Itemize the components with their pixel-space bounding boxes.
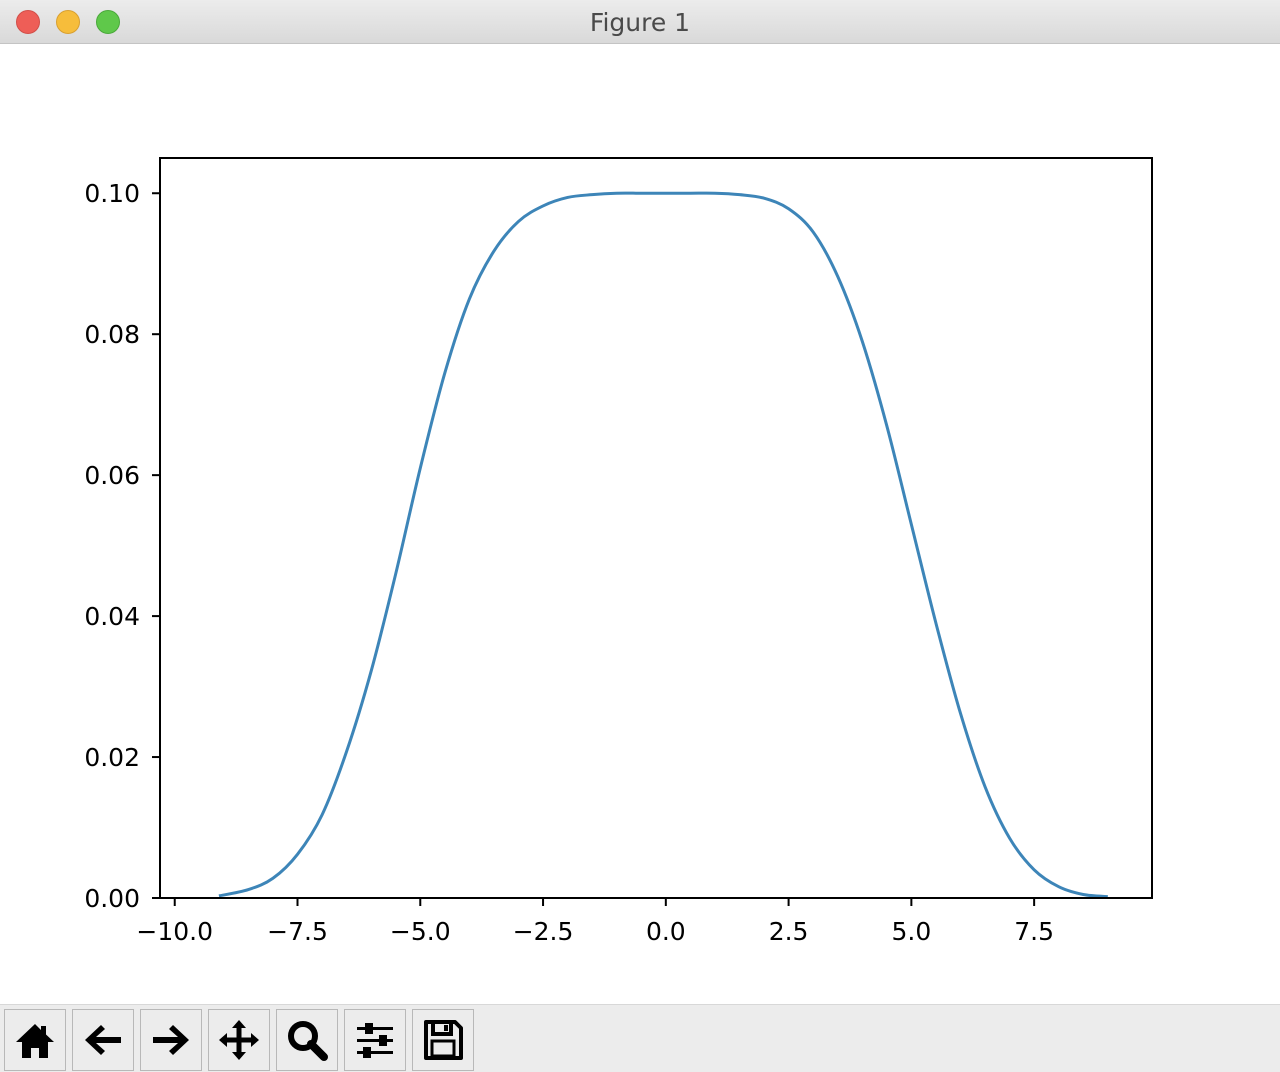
x-tick-label: 7.5 bbox=[1014, 917, 1054, 946]
line-chart: −10.0 −7.5 −5.0 −2.5 0.0 2.5 5.0 7.5 0.00 0.02 0.0… bbox=[0, 44, 1280, 1004]
arrow-left-icon bbox=[81, 1018, 125, 1062]
x-tick-label: 0.0 bbox=[646, 917, 686, 946]
series-line-0 bbox=[219, 193, 1108, 896]
arrow-right-icon bbox=[149, 1018, 193, 1062]
x-tick-label: −7.5 bbox=[267, 917, 328, 946]
navigation-toolbar bbox=[0, 1004, 1280, 1072]
y-tick-label: 0.06 bbox=[84, 461, 140, 490]
x-tick-label: −5.0 bbox=[390, 917, 451, 946]
configure-subplots-button[interactable] bbox=[344, 1009, 406, 1071]
figure-canvas[interactable]: −10.0 −7.5 −5.0 −2.5 0.0 2.5 5.0 7.5 0.00 0.02 0.0… bbox=[0, 44, 1280, 1004]
window-titlebar: Figure 1 bbox=[0, 0, 1280, 44]
y-tick-label: 0.04 bbox=[84, 602, 140, 631]
move-icon bbox=[217, 1018, 261, 1062]
x-tick-label: 5.0 bbox=[891, 917, 931, 946]
zoom-button[interactable] bbox=[276, 1009, 338, 1071]
axes-frame bbox=[160, 158, 1152, 898]
magnifier-icon bbox=[285, 1018, 329, 1062]
y-tick-label: 0.10 bbox=[84, 179, 140, 208]
save-button[interactable] bbox=[412, 1009, 474, 1071]
x-tick-label: 2.5 bbox=[769, 917, 809, 946]
y-tick-label: 0.00 bbox=[84, 884, 140, 913]
x-tick-label: −2.5 bbox=[513, 917, 574, 946]
forward-button[interactable] bbox=[140, 1009, 202, 1071]
window-title: Figure 1 bbox=[0, 0, 1280, 44]
y-tick-label: 0.02 bbox=[84, 743, 140, 772]
y-tick-label: 0.08 bbox=[84, 320, 140, 349]
floppy-disk-icon bbox=[421, 1018, 465, 1062]
home-icon bbox=[13, 1018, 57, 1062]
x-tick-label: −10.0 bbox=[136, 917, 213, 946]
sliders-icon bbox=[353, 1018, 397, 1062]
pan-button[interactable] bbox=[208, 1009, 270, 1071]
back-button[interactable] bbox=[72, 1009, 134, 1071]
home-button[interactable] bbox=[4, 1009, 66, 1071]
